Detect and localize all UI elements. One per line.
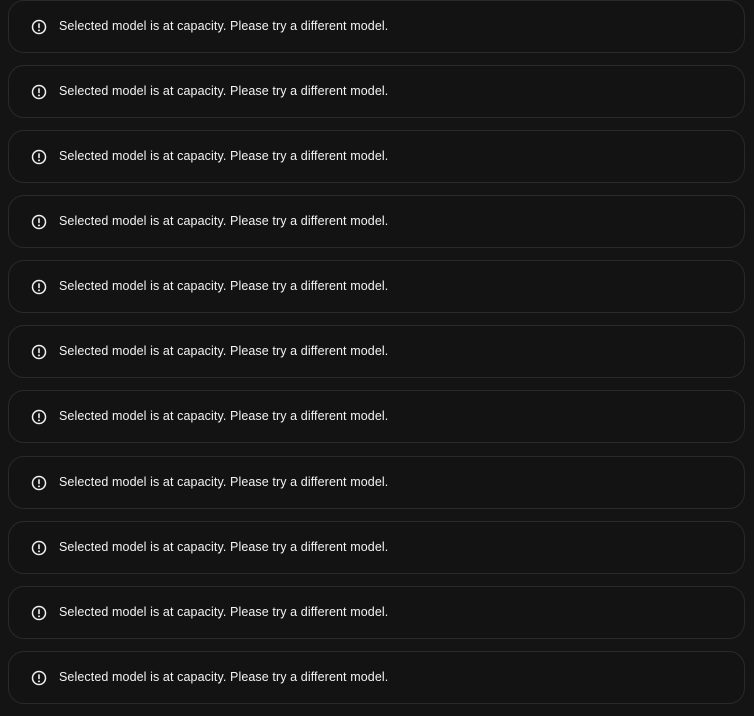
toast-notification: Selected model is at capacity. Please tr… (8, 195, 745, 248)
alert-circle-icon (29, 147, 49, 167)
toast-notification: Selected model is at capacity. Please tr… (8, 390, 745, 443)
toast-notification: Selected model is at capacity. Please tr… (8, 0, 745, 53)
toast-message: Selected model is at capacity. Please tr… (59, 605, 389, 620)
toast-message: Selected model is at capacity. Please tr… (59, 279, 389, 294)
toast-notification: Selected model is at capacity. Please tr… (8, 521, 745, 574)
toast-notification: Selected model is at capacity. Please tr… (8, 260, 745, 313)
toast-notification: Selected model is at capacity. Please tr… (8, 651, 745, 704)
toast-message: Selected model is at capacity. Please tr… (59, 19, 389, 34)
toast-message: Selected model is at capacity. Please tr… (59, 344, 389, 359)
toast-notification: Selected model is at capacity. Please tr… (8, 456, 745, 509)
toast-message: Selected model is at capacity. Please tr… (59, 670, 389, 685)
toast-notification: Selected model is at capacity. Please tr… (8, 325, 745, 378)
toast-notification: Selected model is at capacity. Please tr… (8, 65, 745, 118)
alert-circle-icon (29, 603, 49, 623)
alert-circle-icon (29, 668, 49, 688)
toast-message: Selected model is at capacity. Please tr… (59, 149, 389, 164)
toast-message: Selected model is at capacity. Please tr… (59, 409, 389, 424)
toast-notification: Selected model is at capacity. Please tr… (8, 586, 745, 639)
alert-circle-icon (29, 277, 49, 297)
toast-stack: Selected model is at capacity. Please tr… (0, 0, 754, 716)
toast-message: Selected model is at capacity. Please tr… (59, 475, 389, 490)
alert-circle-icon (29, 17, 49, 37)
alert-circle-icon (29, 212, 49, 232)
toast-notification: Selected model is at capacity. Please tr… (8, 130, 745, 183)
toast-message: Selected model is at capacity. Please tr… (59, 84, 389, 99)
toast-message: Selected model is at capacity. Please tr… (59, 214, 389, 229)
toast-message: Selected model is at capacity. Please tr… (59, 540, 389, 555)
alert-circle-icon (29, 82, 49, 102)
alert-circle-icon (29, 538, 49, 558)
alert-circle-icon (29, 473, 49, 493)
alert-circle-icon (29, 342, 49, 362)
alert-circle-icon (29, 407, 49, 427)
